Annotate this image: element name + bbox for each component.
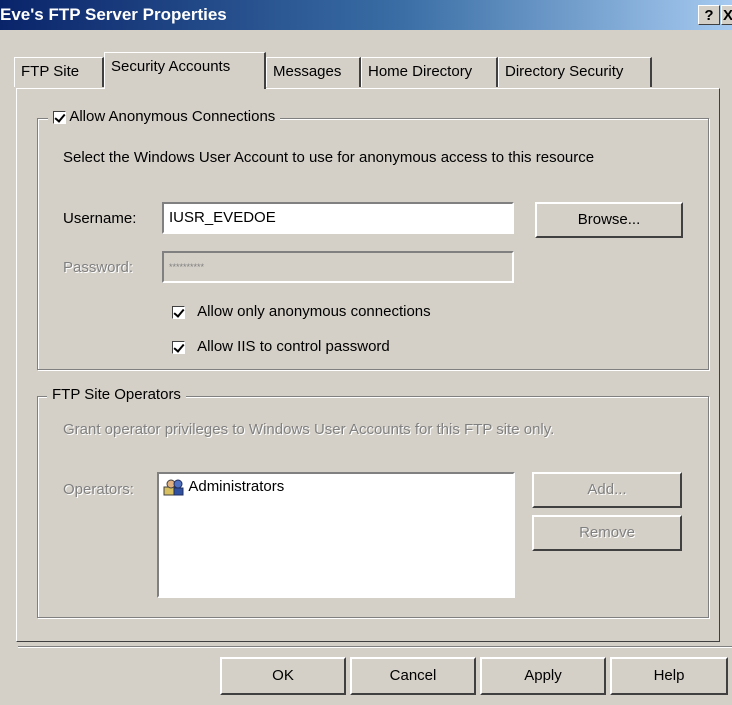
iis-control-row: Allow IIS to control password <box>172 338 390 355</box>
title-bar: Eve's FTP Server Properties ? X <box>0 0 732 30</box>
iis-control-label: Allow IIS to control password <box>197 338 390 355</box>
operators-label: Operators: <box>63 481 134 498</box>
help-button[interactable]: Help <box>610 657 728 695</box>
browse-button[interactable]: Browse... <box>535 202 683 238</box>
ok-button[interactable]: OK <box>220 657 346 695</box>
allow-anonymous-legend: Allow Anonymous Connections <box>48 108 281 125</box>
operators-listbox[interactable]: Administrators <box>157 472 515 598</box>
user-group-icon <box>163 478 185 496</box>
password-field: ********** <box>162 251 514 283</box>
allow-anonymous-label: Allow Anonymous Connections <box>69 108 276 125</box>
add-button: Add... <box>532 472 682 508</box>
list-item[interactable]: Administrators <box>163 478 284 496</box>
help-title-button[interactable]: ? <box>698 5 720 25</box>
window-title: Eve's FTP Server Properties <box>0 5 227 24</box>
remove-button: Remove <box>532 515 682 551</box>
cancel-button[interactable]: Cancel <box>350 657 476 695</box>
username-field[interactable]: IUSR_EVEDOE <box>162 202 514 234</box>
iis-control-checkbox[interactable] <box>172 340 185 354</box>
operators-description: Grant operator privileges to Windows Use… <box>63 421 555 438</box>
only-anon-row: Allow only anonymous connections <box>172 303 431 320</box>
operators-legend: FTP Site Operators <box>47 386 186 403</box>
list-item-label: Administrators <box>188 478 285 495</box>
allow-anonymous-checkbox[interactable] <box>53 110 66 124</box>
tab-ftp-site[interactable]: FTP Site <box>14 57 104 87</box>
anonymous-description: Select the Windows User Account to use f… <box>63 149 595 166</box>
apply-button[interactable]: Apply <box>480 657 606 695</box>
close-button[interactable]: X <box>721 5 732 25</box>
only-anon-label: Allow only anonymous connections <box>197 303 431 320</box>
username-label: Username: <box>63 210 137 227</box>
only-anon-checkbox[interactable] <box>172 305 185 319</box>
password-label: Password: <box>63 259 134 276</box>
tab-security-accounts[interactable]: Security Accounts <box>104 52 266 89</box>
footer-separator <box>18 646 732 648</box>
tab-home-directory[interactable]: Home Directory <box>361 57 498 87</box>
tab-directory-security[interactable]: Directory Security <box>498 57 652 87</box>
tab-messages[interactable]: Messages <box>266 57 361 87</box>
